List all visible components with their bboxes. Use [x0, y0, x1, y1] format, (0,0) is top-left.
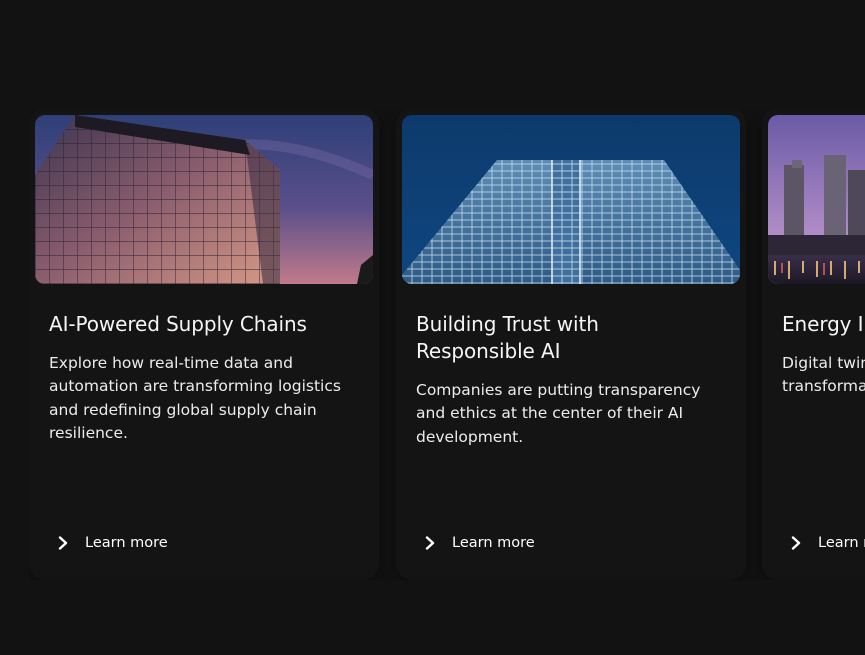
learn-more-link[interactable]: Learn more — [786, 532, 865, 554]
card-title: Building Trust with Responsible AI — [416, 312, 599, 363]
learn-more-link[interactable]: Learn more — [53, 532, 168, 554]
chevron-right-icon — [786, 533, 806, 553]
city-skyline-dusk-photo — [768, 115, 865, 284]
card-title: AI-Powered Supply Chains — [49, 312, 307, 336]
learn-more-label: Learn more — [85, 535, 168, 551]
card-carousel[interactable]: AI-Powered Supply Chains Explore how rea… — [29, 108, 865, 580]
card-description: Digital twins help speed up the transfor… — [782, 354, 865, 396]
card-description: Companies are putting transparency and e… — [416, 381, 701, 446]
card-image-glass-building — [35, 115, 373, 284]
page: AI-Powered Supply Chains Explore how rea… — [0, 0, 865, 655]
card-image-city-skyline — [768, 115, 865, 284]
article-card-supply-chains[interactable]: AI-Powered Supply Chains Explore how rea… — [29, 108, 379, 580]
chevron-right-icon — [420, 533, 440, 553]
glass-tower-blue-photo — [402, 115, 740, 284]
glass-building-sunset-photo — [35, 115, 373, 284]
article-card-energy[interactable]: Energy Innovation Digital twins help spe… — [762, 108, 865, 580]
chevron-right-icon — [53, 533, 73, 553]
learn-more-label: Learn more — [818, 535, 865, 551]
card-title: Energy Innovation — [782, 312, 865, 336]
learn-more-label: Learn more — [452, 535, 535, 551]
card-image-glass-tower — [402, 115, 740, 284]
learn-more-link[interactable]: Learn more — [420, 532, 535, 554]
card-description: Explore how real-time data and automatio… — [49, 354, 341, 443]
article-card-responsible-ai[interactable]: Building Trust with Responsible AI Compa… — [396, 108, 746, 580]
